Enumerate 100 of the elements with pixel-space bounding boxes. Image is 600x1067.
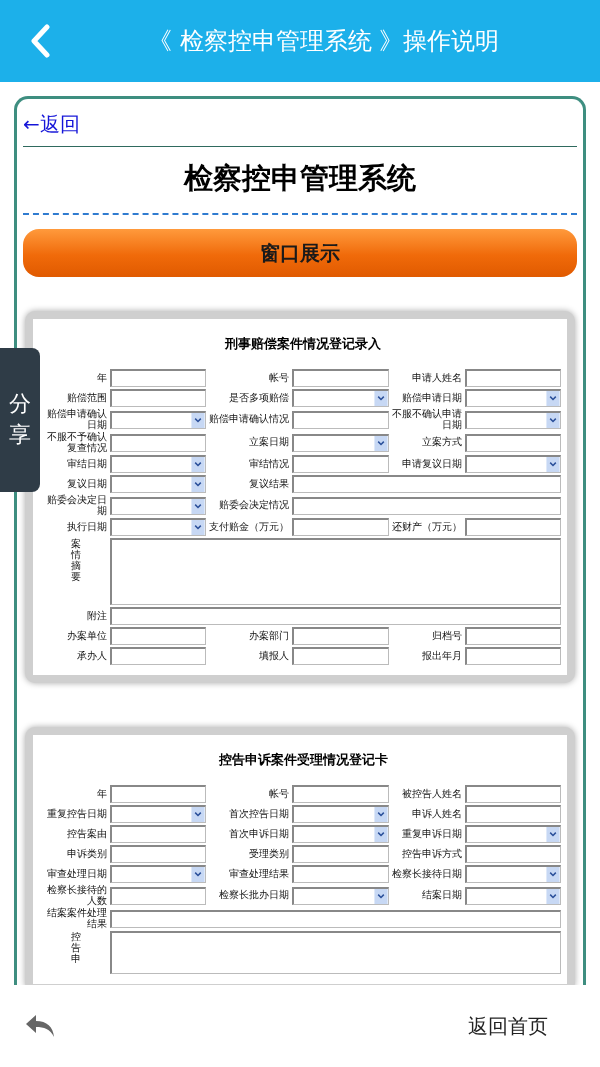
input-field[interactable] <box>292 455 389 473</box>
dropdown-icon <box>373 807 388 822</box>
field-label: 支付赔金（万元） <box>209 521 290 533</box>
field-label: 赔偿申请确认日期 <box>46 409 107 430</box>
dropdown-field[interactable] <box>110 455 207 473</box>
dropdown-icon <box>546 888 560 904</box>
field-label: 检察长接待日期 <box>391 868 462 880</box>
input-field[interactable] <box>464 627 561 645</box>
input-field[interactable] <box>292 369 389 387</box>
input-field[interactable] <box>464 518 561 536</box>
dropdown-field[interactable] <box>110 865 207 883</box>
field-label: 办案单位 <box>66 630 107 642</box>
input-field[interactable] <box>464 647 561 665</box>
input-field[interactable] <box>110 886 207 905</box>
dropdown-icon <box>373 827 388 842</box>
field-label: 被控告人姓名 <box>400 788 462 800</box>
field-label: 审查处理日期 <box>46 868 107 880</box>
field-label: 赔偿申请确认情况 <box>209 414 290 425</box>
dropdown-field[interactable] <box>464 455 561 473</box>
input-field[interactable] <box>464 845 561 863</box>
dropdown-field[interactable] <box>110 410 207 429</box>
field-label: 复议结果 <box>248 478 290 490</box>
back-icon[interactable] <box>30 24 50 58</box>
field-label: 控告申诉方式 <box>400 848 462 860</box>
form-title: 刑事赔偿案件情况登记录入 <box>224 335 382 353</box>
field-label: 申请复议日期 <box>400 458 462 470</box>
input-field[interactable] <box>110 607 561 625</box>
field-label: 年 <box>96 372 107 384</box>
dropdown-field[interactable] <box>292 433 389 452</box>
field-label: 受理类别 <box>248 848 290 860</box>
dropdown-icon <box>546 827 560 842</box>
dropdown-field[interactable] <box>464 410 561 429</box>
input-field[interactable] <box>292 475 561 493</box>
input-field[interactable] <box>110 785 207 803</box>
input-field[interactable] <box>292 845 389 863</box>
dropdown-field[interactable] <box>292 886 389 905</box>
input-field[interactable] <box>110 825 207 843</box>
field-label: 填报人 <box>258 650 290 662</box>
home-link[interactable]: 返回首页 <box>468 1012 548 1040</box>
back-link[interactable]: ←返回 <box>23 112 80 136</box>
field-label: 帐号 <box>268 372 290 384</box>
dropdown-icon <box>191 457 206 472</box>
dropdown-icon <box>546 412 560 428</box>
dropdown-icon <box>191 520 206 535</box>
dropdown-field[interactable] <box>464 825 561 843</box>
field-label: 办案部门 <box>248 630 290 642</box>
input-field[interactable] <box>110 845 207 863</box>
field-label: 立案方式 <box>420 437 462 448</box>
dropdown-field[interactable] <box>292 825 389 843</box>
dropdown-icon <box>546 391 560 406</box>
input-field[interactable] <box>110 909 561 928</box>
dropdown-field[interactable] <box>292 805 389 823</box>
text-area[interactable] <box>110 931 561 974</box>
field-label: 检察长批办日期 <box>218 890 290 901</box>
input-field[interactable] <box>464 433 561 452</box>
input-field[interactable] <box>464 805 561 823</box>
share-tab[interactable]: 分享 <box>0 348 40 492</box>
field-label: 重复申诉日期 <box>400 828 462 840</box>
dropdown-field[interactable] <box>110 518 207 536</box>
input-field[interactable] <box>110 389 207 407</box>
field-label: 审结日期 <box>66 458 107 470</box>
field-label: 案情摘要 <box>71 538 81 582</box>
input-field[interactable] <box>292 496 561 515</box>
input-field[interactable] <box>464 785 561 803</box>
dropdown-icon <box>373 435 388 451</box>
field-label: 首次控告日期 <box>228 808 290 820</box>
text-area[interactable] <box>110 538 561 605</box>
dropdown-field[interactable] <box>292 389 389 407</box>
input-field[interactable] <box>110 647 207 665</box>
input-field[interactable] <box>292 785 389 803</box>
dropdown-icon <box>191 412 206 428</box>
dropdown-field[interactable] <box>464 865 561 883</box>
dropdown-field[interactable] <box>110 805 207 823</box>
field-label: 附注 <box>86 610 107 622</box>
dropdown-icon <box>546 867 560 882</box>
dropdown-field[interactable] <box>464 886 561 905</box>
field-label: 结案案件处理结果 <box>46 908 107 929</box>
input-field[interactable] <box>464 369 561 387</box>
input-field[interactable] <box>292 865 389 883</box>
dropdown-field[interactable] <box>464 389 561 407</box>
field-label: 归档号 <box>430 630 462 642</box>
input-field[interactable] <box>110 369 207 387</box>
field-label: 赔偿申请日期 <box>400 392 462 404</box>
input-field[interactable] <box>292 627 389 645</box>
reply-arrow-icon[interactable] <box>24 1013 56 1039</box>
field-label: 赔偿范围 <box>66 392 107 404</box>
dropdown-icon <box>191 807 206 822</box>
input-field[interactable] <box>292 518 389 536</box>
input-field[interactable] <box>110 627 207 645</box>
dropdown-icon <box>191 477 206 492</box>
input-field[interactable] <box>110 433 207 452</box>
dropdown-field[interactable] <box>110 496 207 515</box>
field-label: 报出年月 <box>420 650 462 662</box>
field-label: 是否多项赔偿 <box>228 392 290 404</box>
section-button[interactable]: 窗口展示 <box>23 229 577 277</box>
input-field[interactable] <box>292 647 389 665</box>
dropdown-icon <box>373 391 388 406</box>
field-label: 立案日期 <box>248 437 290 448</box>
dropdown-field[interactable] <box>110 475 207 493</box>
input-field[interactable] <box>292 410 389 429</box>
